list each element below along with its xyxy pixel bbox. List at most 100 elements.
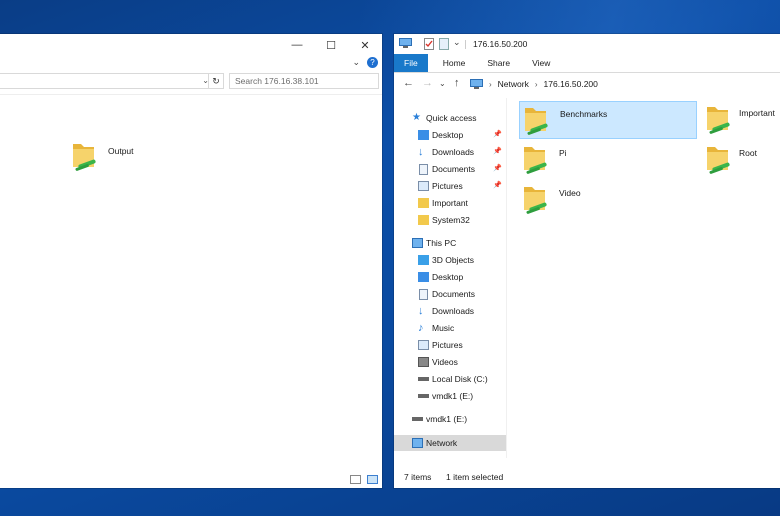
drive-icon [418,377,429,381]
shared-folder-icon [73,144,96,171]
nav-item-downloads[interactable]: ↓ Downloads 📌 [394,144,506,160]
folder-label: Video [559,188,581,198]
close-icon[interactable]: ✕ [348,34,382,56]
toolbar-separator [465,40,466,49]
properties-icon[interactable] [424,38,434,50]
nav-label: Desktop [432,130,464,140]
cube-icon [418,255,429,265]
maximize-icon[interactable]: ☐ [314,34,348,56]
new-folder-icon[interactable] [439,38,449,50]
nav-item-pc-desktop[interactable]: Desktop [394,269,506,285]
folder-item-root[interactable]: Root [702,141,780,179]
nav-item-music[interactable]: ♪ Music [394,320,506,336]
left-view-toggle [350,475,378,484]
nav-item-3d-objects[interactable]: 3D Objects [394,252,506,268]
shared-folder-icon [524,147,547,174]
selection-count: 1 item selected [446,472,504,482]
tab-view[interactable]: View [521,54,561,72]
nav-label: Documents [432,164,475,174]
navigation-row: ← → ⌄ ↑ › Network › 176.16.50.200 [394,73,780,97]
search-input[interactable]: Search 176.16.38.101 [229,73,379,89]
chevron-right-icon: › [534,79,538,89]
status-bar: 7 items 1 item selected [394,468,780,488]
network-icon [412,438,423,448]
chevron-right-icon: › [489,79,492,89]
nav-label: vmdk1 (E:) [426,414,468,424]
nav-item-important[interactable]: Important [394,195,506,211]
desktop-icon [418,272,429,282]
document-icon [419,289,428,300]
details-view-icon[interactable] [350,475,361,484]
drive-icon [418,394,429,398]
nav-label: Pictures [432,340,463,350]
navigation-pane: ★ Quick access Desktop 📌 ↓ Downloads 📌 D… [394,98,507,458]
help-icon[interactable]: ? [367,57,378,68]
breadcrumb[interactable]: › Network › 176.16.50.200 [470,77,598,91]
back-arrow-icon[interactable]: ← [403,77,414,89]
expand-ribbon-icon[interactable]: ⌄ [352,57,360,68]
nav-label: Local Disk (C:) [432,374,488,384]
nav-item-pc-downloads[interactable]: ↓ Downloads [394,303,506,319]
nav-item-vmdk1[interactable]: vmdk1 (E:) [394,388,506,404]
recent-locations-icon[interactable]: ⌄ [439,79,446,88]
window-title: 176.16.50.200 [473,39,528,49]
document-icon [419,164,428,175]
nav-item-documents[interactable]: Documents 📌 [394,161,506,177]
video-icon [418,357,429,367]
pin-icon[interactable]: 📌 [493,161,502,177]
folder-item-important[interactable]: Important [702,101,780,139]
folder-icon [418,198,429,208]
nav-quick-access[interactable]: ★ Quick access [394,110,506,126]
desktop-icon [418,130,429,140]
nav-item-pictures[interactable]: Pictures 📌 [394,178,506,194]
shared-folder-icon [707,147,730,174]
right-explorer-window: ⌄ 176.16.50.200 File Home Share View ← →… [394,34,780,488]
nav-label: Downloads [432,147,475,157]
nav-label: Videos [432,357,458,367]
nav-label: Desktop [432,272,464,282]
folder-item-video[interactable]: Video [519,181,697,219]
shared-folder-icon [525,108,548,135]
tab-home[interactable]: Home [432,54,477,72]
nav-label: Downloads [432,306,475,316]
nav-item-pc-pictures[interactable]: Pictures [394,337,506,353]
nav-vmdk1-drive[interactable]: vmdk1 (E:) [394,411,506,427]
customize-toolbar-icon[interactable]: ⌄ [453,37,461,48]
shared-folder-icon [707,107,730,134]
pin-icon[interactable]: 📌 [493,178,502,194]
pin-icon[interactable]: 📌 [493,144,502,160]
tab-share[interactable]: Share [476,54,521,72]
nav-item-local-disk[interactable]: Local Disk (C:) [394,371,506,387]
nav-label: Network [426,438,458,448]
forward-arrow-icon[interactable]: → [422,77,433,89]
breadcrumb-network[interactable]: Network [498,79,529,89]
folder-item-benchmarks[interactable]: Benchmarks [519,101,697,139]
breadcrumb-host[interactable]: 176.16.50.200 [544,79,598,89]
network-computer-icon [470,78,483,89]
refresh-icon[interactable]: ↻ [208,74,223,88]
nav-label: Pictures [432,181,463,191]
up-arrow-icon[interactable]: ↑ [454,77,460,89]
music-note-icon: ♪ [418,322,424,334]
folder-item-pi[interactable]: Pi [519,141,697,179]
folder-item-output[interactable]: Output [68,138,178,178]
nav-item-videos[interactable]: Videos [394,354,506,370]
large-icons-view-icon[interactable] [367,475,378,484]
left-title-bar[interactable]: — ☐ ✕ [0,34,382,56]
nav-item-pc-documents[interactable]: Documents [394,286,506,302]
tab-file[interactable]: File [394,54,428,72]
nav-label: 3D Objects [432,255,475,265]
left-address-bar[interactable]: ⌄ ↻ [0,73,224,89]
nav-label: Important [432,198,468,208]
download-arrow-icon: ↓ [418,305,424,317]
pin-icon[interactable]: 📌 [493,127,502,143]
nav-this-pc[interactable]: This PC [394,235,506,251]
pictures-icon [418,181,429,191]
ribbon-tabs: File Home Share View [394,54,780,73]
left-address-row: ⌄ ↻ Search 176.16.38.101 [0,70,382,95]
download-arrow-icon: ↓ [418,146,424,158]
nav-network[interactable]: Network [394,435,506,451]
nav-item-desktop[interactable]: Desktop 📌 [394,127,506,143]
nav-item-system32[interactable]: System32 [394,212,506,228]
minimize-icon[interactable]: — [280,34,314,56]
